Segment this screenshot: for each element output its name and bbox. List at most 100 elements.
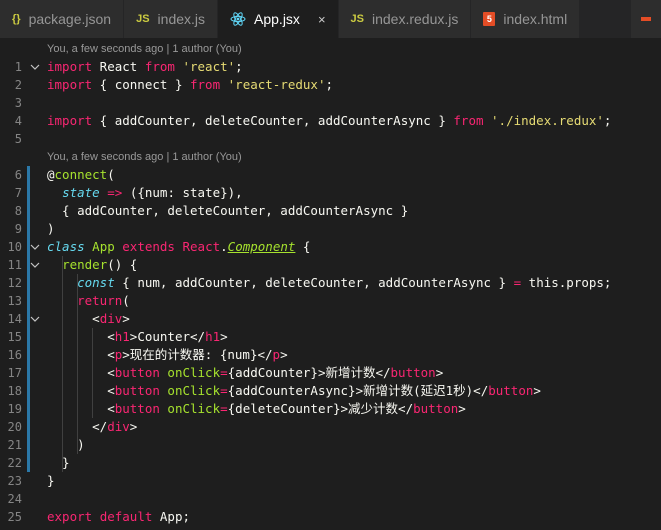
code-token: > [280,347,288,362]
code-line[interactable]: 12 const { num, addCounter, deleteCounte… [0,274,661,292]
code-content: { addCounter, deleteCounter, addCounterA… [47,202,408,220]
code-token: } [47,455,70,470]
code-token: import [47,113,93,128]
code-token: import [47,59,93,74]
code-token: >Counter</ [129,329,206,344]
code-token: from [144,59,175,74]
editor-tab-bar: {} package.json JS index.js App.jsx × JS… [0,0,661,38]
line-number: 18 [7,384,22,398]
code-line[interactable]: 10 class App extends React.Component { [0,238,661,256]
code-token: div [99,311,123,326]
code-token: return [77,293,123,308]
code-line[interactable]: 5 [0,130,661,148]
code-token: connect [54,167,108,182]
code-content: } [47,472,55,490]
code-content: ) [47,436,85,454]
code-line[interactable]: 22 } [0,454,661,472]
code-token: ; [235,59,243,74]
line-number: 25 [7,510,22,524]
code-line[interactable]: 6 @connect( [0,166,661,184]
code-token: from [190,77,221,92]
line-number: 14 [7,312,22,326]
code-line[interactable]: 9) [0,220,661,238]
tab-index-redux-js[interactable]: JS index.redux.js [338,0,472,38]
code-line[interactable]: 16 <p>现在的计数器: {num}</p> [0,346,661,364]
code-token: React [92,59,145,74]
code-editor[interactable]: You, a few seconds ago | 1 author (You) Y… [0,38,661,530]
line-number: 17 [7,366,22,380]
code-content: } [47,454,70,472]
code-line[interactable]: 7 state => ({num: state}), [0,184,661,202]
code-line[interactable]: 17 <button onClick={addCounter}>新增计数</bu… [0,364,661,382]
code-line[interactable]: 1 import React from 'react'; [0,58,661,76]
code-token: ( [107,167,115,182]
tab-label: index.html [503,11,568,27]
code-line[interactable]: 19 <button onClick={deleteCounter}>减少计数<… [0,400,661,418]
code-token: > [533,383,541,398]
code-token: render [62,257,108,272]
code-line[interactable]: 13 return( [0,292,661,310]
code-token: < [47,365,115,380]
js-icon: JS [350,13,364,25]
tab-index-js[interactable]: JS index.js [124,0,219,38]
code-token: button [114,401,160,416]
code-line[interactable]: 4 import { addCounter, deleteCounter, add… [0,112,661,130]
line-number: 15 [7,330,22,344]
code-line[interactable]: 23} [0,472,661,490]
code-line[interactable]: 20 </div> [0,418,661,436]
code-token: > [458,401,466,416]
code-line[interactable]: 18 <button onClick={addCounterAsync}>新增计… [0,382,661,400]
line-number: 23 [7,474,22,488]
code-token: { addCounter, deleteCounter, addCounterA… [92,113,454,128]
code-line[interactable]: 21 ) [0,436,661,454]
code-token: 'react' [182,59,236,74]
codelens-blame[interactable]: You, a few seconds ago | 1 author (You) [47,148,242,166]
code-token: >现在的计数器: {num}</ [122,347,273,362]
tab-index-html[interactable]: 5 index.html [471,0,581,38]
close-icon[interactable]: × [318,12,326,27]
code-line[interactable]: 24 [0,490,661,508]
code-token: button [488,383,534,398]
code-content: <button onClick={deleteCounter}>减少计数</bu… [47,400,466,418]
code-token: < [47,347,115,362]
code-line[interactable]: 8 { addCounter, deleteCounter, addCounte… [0,202,661,220]
code-token: ) [47,221,55,236]
code-line[interactable]: 15 <h1>Counter</h1> [0,328,661,346]
code-token: { [295,239,311,254]
line-number: 8 [14,204,22,218]
line-number: 7 [14,186,22,200]
code-line[interactable]: 3 [0,94,661,112]
code-token: export [47,509,93,524]
code-token: this.props; [521,275,612,290]
html5-icon [641,17,651,21]
line-number: 22 [7,456,22,470]
tab-overflow[interactable] [631,0,661,38]
code-token: class [47,239,85,254]
code-token: const [77,275,115,290]
tab-app-jsx[interactable]: App.jsx × [218,0,339,38]
code-token: { num, addCounter, deleteCounter, addCou… [114,275,514,290]
code-content: <button onClick={addCounterAsync}>新增计数(延… [47,382,541,400]
code-token: ; [325,77,334,92]
line-number: 1 [14,60,22,74]
code-content: <button onClick={addCounter}>新增计数</butto… [47,364,443,382]
line-number: 4 [14,114,22,128]
code-token: ; [603,113,612,128]
code-content: import React from 'react'; [47,58,243,76]
code-line[interactable]: 14 <div> [0,310,661,328]
code-token: = [220,401,228,416]
codelens-blame[interactable]: You, a few seconds ago | 1 author (You) [47,40,242,58]
code-token: @ [47,167,55,182]
code-line[interactable]: 25 export default App; [0,508,661,526]
react-icon [230,11,246,27]
code-content: state => ({num: state}), [47,184,243,202]
code-line[interactable]: 11 render() { [0,256,661,274]
code-line[interactable]: 2 import { connect } from 'react-redux'; [0,76,661,94]
tab-package-json[interactable]: {} package.json [0,0,125,38]
code-token: App [92,239,115,254]
code-token: import [47,77,93,92]
